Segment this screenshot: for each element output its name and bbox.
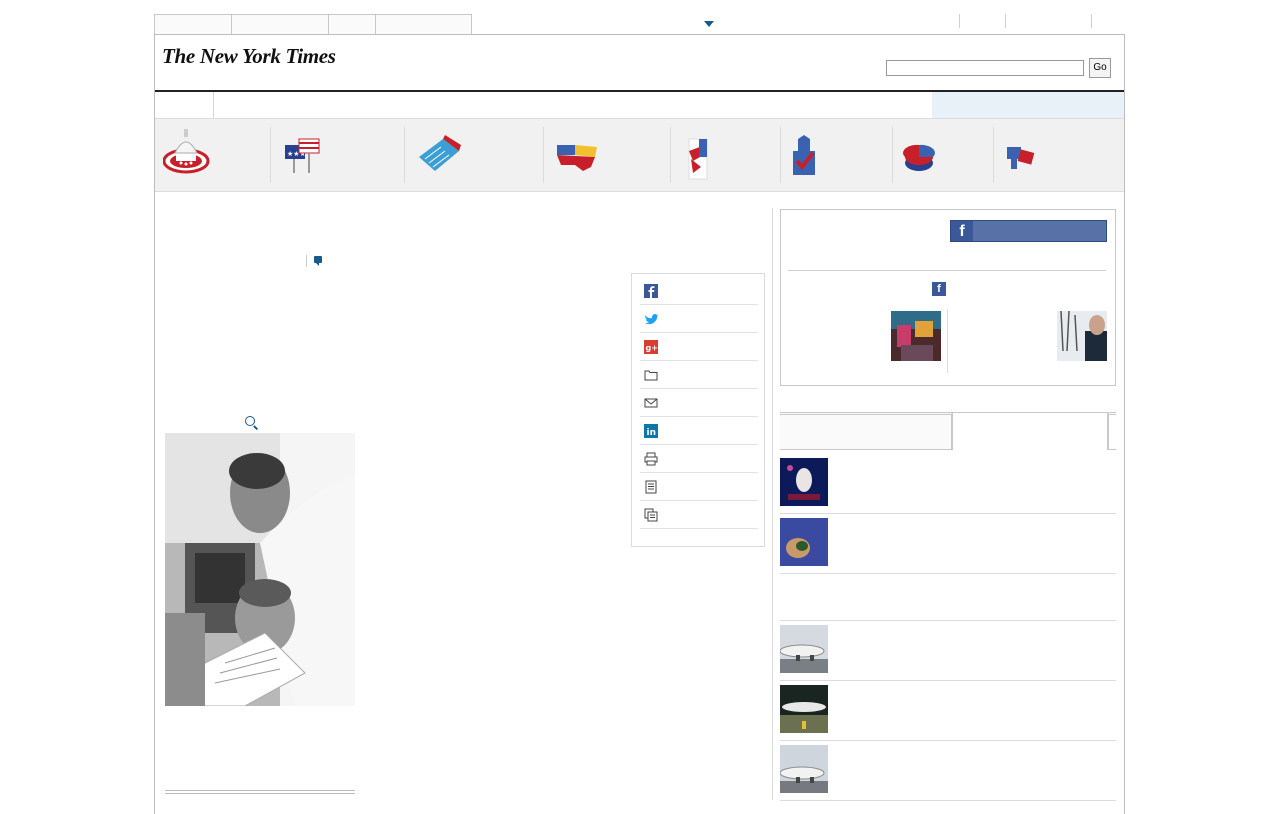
us-map-icon[interactable]: [555, 141, 599, 175]
band-divider: [543, 127, 544, 183]
top-tab-3[interactable]: [328, 14, 376, 34]
print-icon: [644, 452, 658, 466]
band-divider: [780, 127, 781, 183]
facebook-column-divider: [947, 309, 948, 373]
list-thumbnail: [780, 745, 828, 793]
nav-item-highlight[interactable]: [981, 92, 1068, 118]
list-thumbnail: [780, 685, 828, 733]
facebook-icon: f: [932, 282, 946, 296]
section-nav: [155, 90, 1124, 118]
share-tools: g+ in: [631, 273, 765, 547]
ballot-box-icon[interactable]: [685, 137, 713, 183]
vote-check-icon[interactable]: [791, 135, 819, 177]
list-item[interactable]: [780, 741, 1116, 801]
nav-item[interactable]: [509, 92, 576, 118]
list-thumbnail: [780, 518, 828, 566]
video-camera-icon[interactable]: [1005, 141, 1037, 173]
nav-item[interactable]: [575, 92, 640, 118]
facebook-divider: [788, 270, 1106, 271]
share-linkedin[interactable]: in: [640, 418, 758, 445]
share-google-plus[interactable]: g+: [640, 334, 758, 361]
facebook-friend-thumbnail[interactable]: [1057, 311, 1107, 361]
search-go-button[interactable]: Go: [1089, 58, 1111, 78]
svg-text:g+: g+: [646, 344, 658, 353]
linkedin-icon: in: [644, 424, 658, 438]
facebook-login-button[interactable]: f: [950, 220, 1107, 242]
nav-item[interactable]: [700, 92, 769, 118]
share-twitter[interactable]: [640, 306, 758, 333]
search-input[interactable]: [886, 60, 1084, 76]
capitol-icon[interactable]: [163, 127, 211, 175]
nav-item[interactable]: [639, 92, 701, 118]
byline-divider: [306, 255, 307, 267]
list-item[interactable]: [780, 574, 1116, 621]
top-tab-1[interactable]: [154, 14, 232, 34]
share-reprints[interactable]: [640, 502, 758, 529]
nav-item[interactable]: [868, 92, 933, 118]
top-tab-strip: [154, 14, 1126, 35]
top-link-divider: [1005, 14, 1006, 28]
chevron-down-icon[interactable]: [704, 21, 714, 27]
list-item[interactable]: [780, 681, 1116, 741]
nav-item[interactable]: [340, 92, 412, 118]
google-plus-icon: g+: [644, 340, 658, 354]
list-item[interactable]: [780, 454, 1116, 514]
top-link-divider: [959, 14, 960, 28]
reprints-icon: [644, 508, 658, 522]
folder-icon: [644, 370, 658, 381]
band-divider: [404, 127, 405, 183]
band-divider: [892, 127, 893, 183]
single-page-icon: [645, 480, 657, 494]
campaign-sign-icon[interactable]: ★★★: [283, 137, 321, 175]
facebook-icon: [644, 284, 658, 298]
election-icon-band: ★★★: [155, 118, 1124, 192]
top-tab-2[interactable]: [231, 14, 329, 34]
pie-chart-icon[interactable]: [903, 139, 935, 175]
facebook-friend-thumbnail[interactable]: [891, 311, 941, 361]
share-facebook[interactable]: [640, 278, 758, 305]
nav-item-active[interactable]: [213, 92, 251, 118]
nav-item[interactable]: [155, 92, 214, 118]
band-divider: [670, 127, 671, 183]
share-save[interactable]: [640, 362, 758, 389]
top-tab-4[interactable]: [375, 14, 472, 34]
nav-item-highlight[interactable]: [1067, 92, 1124, 118]
list-thumbnail: [780, 625, 828, 673]
nav-item[interactable]: [815, 92, 869, 118]
nav-item-highlight[interactable]: [932, 92, 982, 118]
comment-icon[interactable]: [314, 256, 322, 266]
email-icon: [644, 398, 658, 408]
tab-most-emailed[interactable]: [780, 412, 952, 450]
zoom-icon[interactable]: [245, 416, 255, 426]
tab-most-viewed[interactable]: [952, 412, 1108, 450]
article-photo[interactable]: [165, 433, 355, 706]
top-link-divider: [1091, 14, 1092, 28]
nav-item[interactable]: [768, 92, 816, 118]
share-email[interactable]: [640, 390, 758, 417]
nav-item[interactable]: [250, 92, 341, 118]
twitter-icon: [645, 314, 658, 325]
band-divider: [993, 127, 994, 183]
section-rule: [165, 790, 355, 794]
most-popular-tabs: [780, 412, 1116, 450]
list-item[interactable]: [780, 514, 1116, 574]
share-single-page[interactable]: [640, 474, 758, 501]
masthead: The New York Times: [162, 44, 336, 69]
share-print[interactable]: [640, 446, 758, 473]
nav-item[interactable]: [411, 92, 510, 118]
list-thumbnail: [780, 458, 828, 506]
calendar-icon[interactable]: [415, 135, 463, 175]
list-item[interactable]: [780, 621, 1116, 681]
tab-more[interactable]: [1108, 412, 1116, 450]
band-divider: [270, 127, 271, 183]
svg-text:in: in: [647, 428, 657, 438]
facebook-icon: f: [951, 221, 973, 241]
column-divider: [772, 208, 773, 800]
nyt-logo[interactable]: The New York Times: [162, 44, 336, 69]
